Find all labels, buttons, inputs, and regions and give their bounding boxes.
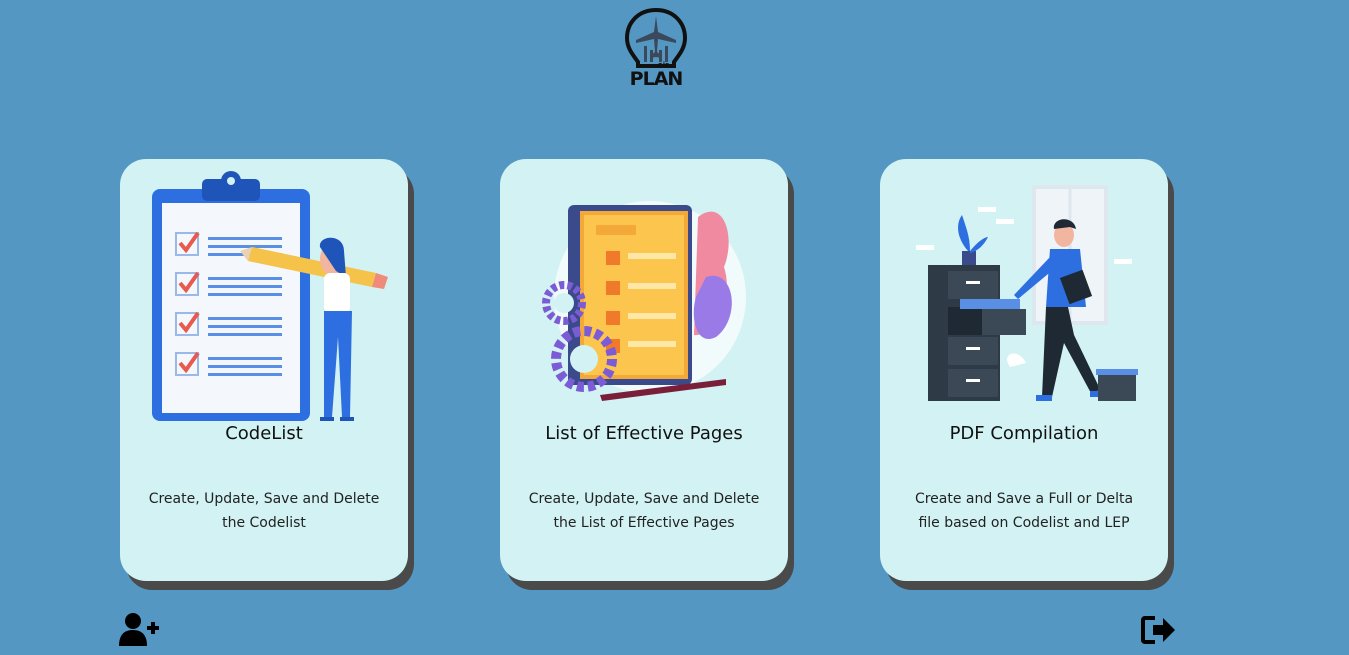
pdf-compilation-card[interactable]: PDF Compilation Create and Save a Full o… bbox=[880, 159, 1168, 581]
codelist-card[interactable]: CodeList Create, Update, Save and Delete… bbox=[120, 159, 408, 581]
app-logo: air PLAN bbox=[622, 6, 690, 98]
logout-button[interactable] bbox=[1141, 612, 1183, 648]
card-description: Create and Save a Full or Delta file bas… bbox=[914, 491, 1134, 531]
page: air PLAN CodeList Create, Update, Save a… bbox=[0, 0, 1349, 655]
card-title: List of Effective Pages bbox=[545, 423, 743, 444]
filing-cabinet-illustration bbox=[900, 167, 1150, 422]
card-title: CodeList bbox=[225, 423, 303, 444]
card-description: Create, Update, Save and Delete the List… bbox=[528, 491, 760, 531]
lep-card[interactable]: List of Effective Pages Create, Update, … bbox=[500, 159, 788, 581]
card-description: Create, Update, Save and Delete the Code… bbox=[148, 491, 380, 531]
add-user-icon bbox=[119, 613, 159, 646]
logout-icon bbox=[1141, 616, 1175, 644]
document-gears-illustration bbox=[520, 167, 770, 422]
clipboard-checklist-illustration bbox=[140, 167, 390, 422]
logo-text: PLAN bbox=[629, 68, 684, 90]
add-user-button[interactable] bbox=[119, 612, 161, 648]
card-title: PDF Compilation bbox=[949, 423, 1099, 444]
